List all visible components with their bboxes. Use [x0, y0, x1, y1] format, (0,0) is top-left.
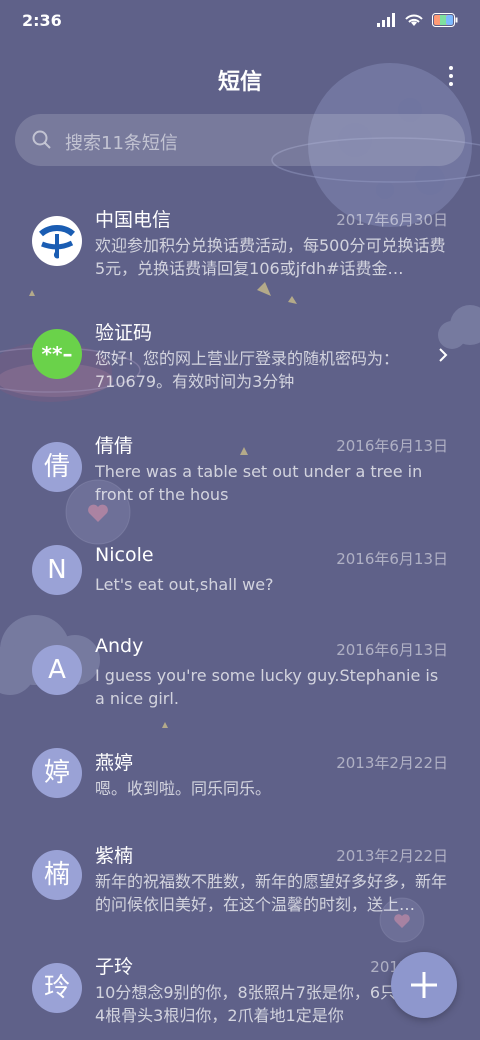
message-preview: I guess you're some lucky guy.Stephanie … [95, 666, 439, 708]
contact-name: 燕婷 [95, 752, 134, 774]
contact-avatar: 楠 [32, 850, 82, 900]
conversation-item[interactable]: 中国电信 2017年6月30日 欢迎参加积分兑换话费活动，每500分可兑换话费5… [0, 200, 480, 284]
status-bar: 2:36 [0, 0, 480, 44]
conversation-item[interactable]: N Nicole 2016年6月13日 Let's eat out,shall … [0, 539, 480, 623]
conversation-item[interactable]: 倩 倩倩 2016年6月13日 There was a table set ou… [0, 426, 480, 510]
contact-avatar: N [32, 545, 82, 595]
contact-name: Nicole [95, 544, 154, 566]
message-preview: 欢迎参加积分兑换话费活动，每500分可兑换话费5元，兑换话费请回复106或jfd… [95, 236, 446, 278]
message-preview: 您好！您的网上营业厅登录的随机密码为：710679。有效时间为3分钟 [95, 349, 400, 391]
contact-avatar: A [32, 645, 82, 695]
contact-avatar: 玲 [32, 963, 82, 1013]
signal-icon [377, 13, 395, 27]
page-title: 短信 [217, 70, 262, 95]
message-preview: 嗯。收到啦。同乐同乐。 [95, 779, 272, 798]
contact-name: 子玲 [95, 956, 134, 978]
message-date: 2017年6月30日 [336, 211, 448, 229]
more-options-icon[interactable] [446, 66, 456, 90]
contact-name: 验证码 [95, 322, 153, 344]
search-icon [32, 130, 51, 149]
plus-icon [411, 972, 437, 998]
battery-icon [432, 13, 458, 27]
message-date: 2013年2月22日 [336, 754, 448, 772]
china-telecom-logo-avatar [32, 216, 82, 266]
contact-name: 倩倩 [95, 435, 134, 457]
message-date: 2016年6月13日 [336, 437, 448, 455]
contact-avatar: 倩 [32, 442, 82, 492]
message-date: 2013年2月22日 [336, 847, 448, 865]
message-preview: There was a table set out under a tree i… [95, 462, 423, 504]
search-bar[interactable]: 搜索11条短信 [15, 114, 465, 166]
contact-name: 紫楠 [95, 845, 134, 867]
conversation-item[interactable]: 楠 紫楠 2013年2月22日 新年的祝福数不胜数，新年的愿望好多好多，新年的问… [0, 836, 480, 920]
contact-name: Andy [95, 635, 144, 657]
search-placeholder: 搜索11条短信 [65, 133, 178, 154]
verification-code-avatar: **– [32, 329, 82, 379]
china-telecom-icon [33, 217, 81, 265]
message-date: 2016年6月13日 [336, 550, 448, 568]
message-preview: 新年的祝福数不胜数，新年的愿望好多好多，新年的问候依旧美好，在这个温馨的时刻，送… [95, 872, 447, 914]
contact-name: 中国电信 [95, 209, 172, 231]
message-date: 2016年6月13日 [336, 641, 448, 659]
status-time: 2:36 [22, 11, 62, 30]
contact-avatar: 婷 [32, 748, 82, 798]
conversation-item[interactable]: A Andy 2016年6月13日 I guess you're some lu… [0, 630, 480, 714]
conversation-item[interactable]: 婷 燕婷 2013年2月22日 嗯。收到啦。同乐同乐。 [0, 743, 480, 827]
wifi-icon [405, 14, 423, 26]
conversation-item[interactable]: **– 验证码 您好！您的网上营业厅登录的随机密码为：710679。有效时间为3… [0, 313, 480, 397]
message-preview: Let's eat out,shall we? [95, 575, 274, 594]
chevron-right-icon[interactable] [438, 347, 448, 363]
new-message-button[interactable] [391, 952, 457, 1018]
